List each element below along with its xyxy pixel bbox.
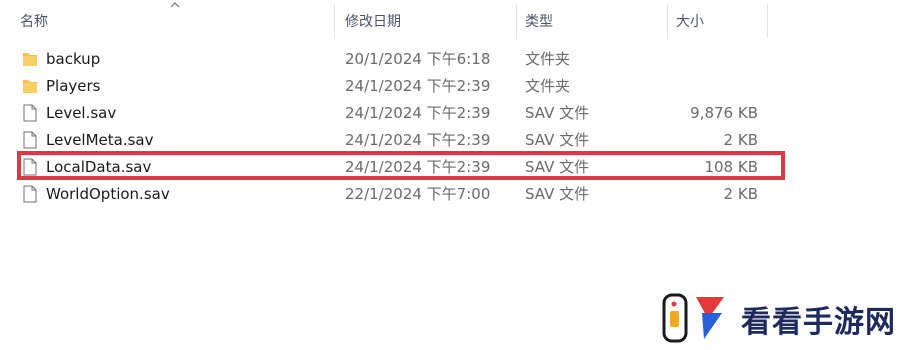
file-modified: 24/1/2024 下午2:39 (345, 104, 491, 122)
column-header-size[interactable]: 大小 (676, 0, 704, 42)
file-name: backup (46, 50, 101, 68)
folder-icon (22, 77, 38, 95)
kankan-logo-icon (662, 291, 732, 349)
file-row-levelmeta-sav[interactable]: LevelMeta.sav 24/1/2024 下午2:39 SAV 文件 2 … (0, 127, 908, 154)
column-divider[interactable] (334, 4, 335, 38)
file-type: SAV 文件 (525, 104, 590, 122)
file-name: WorldOption.sav (46, 185, 170, 203)
file-modified: 22/1/2024 下午7:00 (345, 185, 491, 203)
file-name: Level.sav (46, 104, 117, 122)
file-name: LevelMeta.sav (46, 131, 154, 149)
column-header-name[interactable]: 名称 (20, 0, 48, 42)
highlight-box (17, 151, 785, 180)
file-row-backup[interactable]: backup 20/1/2024 下午6:18 文件夹 (0, 46, 908, 73)
file-row-worldoption-sav[interactable]: WorldOption.sav 22/1/2024 下午7:00 SAV 文件 … (0, 181, 908, 208)
watermark-text: 看看手游网 (741, 305, 896, 340)
column-divider[interactable] (767, 4, 768, 38)
watermark: 看看手游网 (662, 291, 902, 345)
column-header-modified[interactable]: 修改日期 (345, 0, 401, 42)
column-divider[interactable] (667, 4, 668, 38)
column-header-type[interactable]: 类型 (525, 0, 553, 42)
file-type: 文件夹 (525, 77, 571, 95)
file-size: 9,876 KB (690, 104, 758, 122)
file-row-players[interactable]: Players 24/1/2024 下午2:39 文件夹 (0, 73, 908, 100)
file-modified: 20/1/2024 下午6:18 (345, 50, 491, 68)
file-name: Players (46, 77, 101, 95)
file-modified: 24/1/2024 下午2:39 (345, 131, 491, 149)
folder-icon (22, 50, 38, 68)
file-size: 2 KB (723, 131, 758, 149)
sort-ascending-icon (169, 0, 181, 13)
file-type: 文件夹 (525, 50, 571, 68)
column-header-bar: 名称 修改日期 类型 大小 (0, 0, 908, 42)
column-divider[interactable] (516, 4, 517, 38)
file-icon (22, 131, 38, 149)
file-type: SAV 文件 (525, 185, 590, 203)
file-row-level-sav[interactable]: Level.sav 24/1/2024 下午2:39 SAV 文件 9,876 … (0, 100, 908, 127)
file-icon (22, 185, 38, 203)
file-size: 2 KB (723, 185, 758, 203)
file-type: SAV 文件 (525, 131, 590, 149)
file-modified: 24/1/2024 下午2:39 (345, 77, 491, 95)
file-icon (22, 104, 38, 122)
